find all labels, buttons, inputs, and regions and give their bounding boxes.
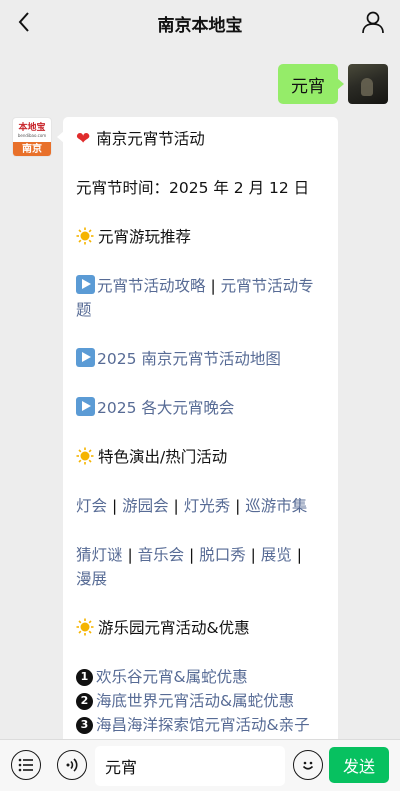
link-activity[interactable]: 脱口秀	[199, 546, 246, 564]
play-icon	[76, 275, 95, 294]
link-strategy[interactable]: 元宵节活动攻略	[97, 277, 206, 295]
user-avatar[interactable]	[348, 64, 388, 104]
list-icon	[18, 758, 33, 772]
link-park[interactable]: 欢乐谷元宵&属蛇优惠	[96, 668, 248, 686]
input-bar: 元宵 发送	[0, 739, 400, 791]
link-map[interactable]: 2025 南京元宵节活动地图	[97, 350, 281, 368]
link-activity[interactable]: 漫展	[76, 570, 107, 588]
emoji-button[interactable]	[293, 750, 323, 780]
sun-icon	[76, 618, 94, 636]
bot-logo: 本地宝 bendibao.com	[17, 122, 47, 138]
page-title: 南京本地宝	[157, 16, 243, 36]
voice-icon	[66, 758, 78, 772]
link-park[interactable]: 海昌海洋探索馆元宵活动&亲子	[96, 716, 310, 734]
section-heading: 特色演出/热门活动	[76, 445, 326, 469]
bot-message-bubble: ❤ 南京元宵节活动 元宵节时间：2025 年 2 月 12 日 元宵游玩推荐 元宵…	[63, 117, 338, 747]
park-item: 3 海昌海洋探索馆元宵活动&亲子	[76, 713, 326, 737]
play-icon	[76, 348, 95, 367]
link-activity[interactable]: 音乐会	[138, 546, 185, 564]
voice-button[interactable]	[57, 750, 87, 780]
strategy-links: 元宵节活动攻略 | 元宵节活动专题	[76, 275, 314, 319]
city-tag: 南京	[13, 142, 51, 156]
section-heading: 游乐园元宵活动&优惠	[76, 616, 326, 640]
festival-time: 元宵节时间：2025 年 2 月 12 日	[76, 179, 310, 197]
link-gala[interactable]: 2025 各大元宵晚会	[97, 399, 234, 417]
activity-links-row1: 灯会 | 游园会 | 灯光秀 | 巡游市集	[76, 497, 308, 515]
number-badge: 2	[76, 692, 93, 710]
sun-icon	[76, 447, 94, 465]
map-link-line: 2025 南京元宵节活动地图	[76, 347, 326, 371]
link-activity[interactable]: 灯光秀	[184, 497, 231, 515]
message-input[interactable]: 元宵	[95, 746, 285, 786]
activity-links-row2: 猜灯谜 | 音乐会 | 脱口秀 | 展览 | 漫展	[76, 546, 302, 588]
top-nav: 南京本地宝	[0, 0, 400, 44]
user-message-bubble[interactable]: 元宵	[278, 64, 344, 104]
link-activity[interactable]: 展览	[261, 546, 292, 564]
bot-avatar[interactable]: 本地宝 bendibao.com 南京	[12, 117, 52, 157]
link-activity[interactable]: 游园会	[122, 497, 169, 515]
play-icon	[76, 397, 95, 416]
link-activity[interactable]: 巡游市集	[245, 497, 307, 515]
sun-icon	[76, 227, 94, 245]
number-badge: 1	[76, 668, 93, 686]
user-message-row: 元宵	[278, 64, 388, 104]
section-heading: 元宵游玩推荐	[76, 225, 326, 249]
heart-icon: ❤	[76, 129, 91, 149]
park-item: 2 海底世界元宵活动&属蛇优惠	[76, 689, 326, 713]
gala-link-line: 2025 各大元宵晚会	[76, 396, 326, 420]
user-icon	[362, 11, 384, 34]
link-park[interactable]: 海底世界元宵活动&属蛇优惠	[96, 692, 294, 710]
park-item: 1 欢乐谷元宵&属蛇优惠	[76, 665, 326, 689]
number-badge: 3	[76, 716, 93, 734]
message-title: ❤ 南京元宵节活动	[76, 129, 205, 149]
link-activity[interactable]: 灯会	[76, 497, 107, 515]
link-activity[interactable]: 猜灯谜	[76, 546, 123, 564]
smiley-icon	[302, 761, 314, 770]
send-button[interactable]: 发送	[329, 747, 389, 783]
profile-button[interactable]	[360, 9, 386, 35]
menu-button[interactable]	[11, 750, 41, 780]
